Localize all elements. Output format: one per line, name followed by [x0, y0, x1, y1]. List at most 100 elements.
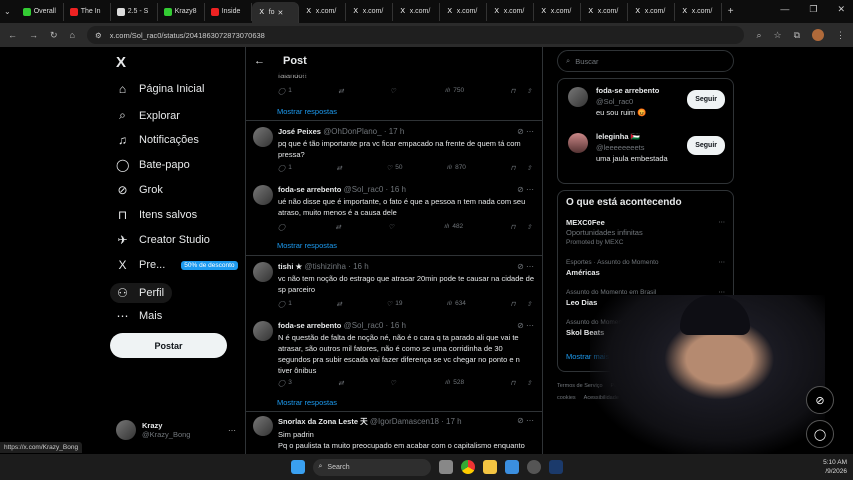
tweet-avatar[interactable] [253, 127, 273, 147]
tweet-handle[interactable]: @OhDonPlano_ [323, 127, 381, 136]
minimize-button[interactable]: — [780, 4, 789, 15]
trend-more-icon[interactable]: ⋯ [719, 218, 726, 228]
sidebar-item-9[interactable]: ⋯ Mais [116, 309, 163, 323]
url-input[interactable]: ⚙ x.com/Sol_rac0/status/20418630728730706… [86, 26, 745, 44]
browser-tab[interactable]: Xx.com/ [440, 2, 487, 21]
browser-tab[interactable]: Xfo ✕ [251, 2, 299, 23]
bookmark-star-icon[interactable]: ☆ [773, 30, 781, 41]
show-replies-link[interactable]: Mostrar respostas [277, 398, 337, 407]
browser-tab[interactable]: Xx.com/ [534, 2, 581, 21]
tweet-handle[interactable]: @IgorDamascen18 [370, 417, 439, 426]
like-button[interactable]: ♡ [390, 379, 399, 387]
browser-tab[interactable]: Xx.com/ [581, 2, 628, 21]
tweet[interactable]: foda-se arrebento @Sol_rac0 · 16 h ⊘ ⋯ N é… [246, 321, 542, 376]
views-button[interactable]: ılı 750 [445, 87, 464, 95]
share-icon[interactable]: ⇧ [527, 300, 532, 308]
browser-tab[interactable]: 2.5 - S [111, 2, 158, 21]
tweet-author[interactable]: foda-se arrebento [278, 185, 341, 194]
back-icon[interactable]: ← [8, 30, 17, 40]
show-replies-link[interactable]: Mostrar respostas [277, 107, 337, 116]
file-explorer-icon[interactable] [482, 460, 497, 474]
obs-icon[interactable] [526, 460, 541, 474]
profile-avatar[interactable] [812, 29, 824, 41]
photos-icon[interactable] [504, 460, 519, 474]
retweet-button[interactable]: ⇄ [336, 300, 341, 308]
views-button[interactable]: ılı 528 [445, 379, 464, 387]
bookmark-icon[interactable]: ⊓ [510, 223, 515, 231]
new-tab-button[interactable]: + [728, 6, 734, 17]
show-replies-link[interactable]: Mostrar respostas [277, 241, 337, 250]
like-button[interactable]: ♡ [388, 223, 397, 231]
sidebar-item-6[interactable]: ✈ Creator Studio [116, 233, 209, 247]
sidebar-item-8[interactable]: ⚇ Perfil [110, 283, 173, 303]
sidebar-item-1[interactable]: ⌕ Explorar [116, 108, 180, 123]
grok-more-icons[interactable]: ⊘ ⋯ [517, 416, 534, 425]
trend-item[interactable]: Esportes · Assunto do Momento Américas ⋯ [566, 258, 725, 278]
views-button[interactable]: ılı 482 [444, 223, 463, 231]
zoom-icon[interactable]: ⌕ [756, 30, 761, 41]
reply-button[interactable]: ◯ 1 [278, 87, 292, 95]
sidebar-item-3[interactable]: ◯ Bate-papo [116, 158, 190, 172]
browser-tab[interactable]: Xx.com/ [299, 2, 346, 21]
trend-more-icon[interactable]: ⋯ [719, 258, 726, 268]
views-button[interactable]: ılı 870 [447, 164, 466, 172]
x-logo[interactable]: X [116, 54, 126, 71]
bookmark-icon[interactable]: ⊓ [510, 379, 515, 387]
grok-more-icons[interactable]: ⊘ ⋯ [517, 127, 534, 136]
views-button[interactable]: ılı 634 [447, 300, 466, 308]
follow-suggestion[interactable]: foda-se arrebento @Sol_rac0 eu sou ruim 😡 S… [566, 85, 725, 131]
extensions-icon[interactable]: ⧉ [794, 30, 800, 41]
sidebar-item-4[interactable]: ⊘ Grok [116, 183, 162, 197]
tweet-avatar[interactable] [253, 321, 273, 341]
post-button[interactable]: Postar [110, 333, 227, 358]
follow-suggestion[interactable]: leleginha 🇵🇸 @leeeeeeeets uma jaula embest… [566, 131, 725, 177]
bookmark-icon[interactable]: ⊓ [510, 300, 515, 308]
browser-tab[interactable]: Xx.com/ [393, 2, 440, 21]
grok-more-icons[interactable]: ⊘ ⋯ [517, 262, 534, 271]
sidebar-item-5[interactable]: ⊓ Itens salvos [116, 208, 197, 222]
tweet[interactable]: José Peixes @OhDonPlano_ · 17 h ⊘ ⋯ pq que… [246, 127, 542, 160]
tab-search-button[interactable]: ⌄ [4, 7, 11, 16]
site-info-icon[interactable]: ⚙ [95, 31, 102, 40]
tab-close-icon[interactable]: ✕ [278, 9, 284, 17]
messages-fab-button[interactable]: ◯ [806, 420, 834, 448]
trend-item[interactable]: MEXC0Fee Oportunidades infinitas Promoted … [566, 218, 725, 248]
home-icon[interactable]: ⌂ [70, 30, 75, 40]
tweet-author[interactable]: tishi ★ [278, 262, 302, 271]
browser-tab[interactable]: Xx.com/ [346, 2, 393, 21]
tweet-author[interactable]: Snorlax da Zona Leste 天 [278, 417, 368, 426]
browser-tab[interactable]: Overall [17, 2, 64, 21]
like-button[interactable]: ♡ 19 [386, 300, 402, 308]
tweet[interactable]: tishi ★ @tishizinha · 16 h ⊘ ⋯ vc não tem … [246, 262, 542, 295]
bookmark-icon[interactable]: ⊓ [510, 87, 515, 95]
grok-fab-button[interactable]: ⊘ [806, 386, 834, 414]
back-arrow-icon[interactable]: ← [254, 55, 265, 67]
reply-button[interactable]: ◯ [278, 223, 288, 231]
premium-discount-badge[interactable]: 50% de desconto [181, 260, 238, 270]
browser-tab[interactable]: Inside [205, 2, 252, 21]
reply-button[interactable]: ◯ 3 [278, 379, 292, 387]
share-icon[interactable]: ⇧ [527, 164, 532, 172]
follow-button[interactable]: Seguir [687, 136, 725, 155]
like-button[interactable]: ♡ [390, 87, 399, 95]
browser-tab[interactable]: Krazy8 [158, 2, 205, 21]
sidebar-item-7[interactable]: X Pre... 50% de desconto [116, 258, 238, 272]
browser-tab[interactable]: Xx.com/ [628, 2, 675, 21]
like-button[interactable]: ♡ 50 [386, 164, 402, 172]
tweet-handle[interactable]: @Sol_rac0 [344, 185, 384, 194]
retweet-button[interactable]: ⇄ [336, 223, 341, 231]
account-switcher[interactable]: Krazy @Krazy_Bong ⋯ [116, 420, 236, 440]
reload-icon[interactable]: ↻ [50, 30, 58, 41]
share-icon[interactable]: ⇧ [527, 379, 532, 387]
retweet-button[interactable]: ⇄ [338, 87, 343, 95]
chrome-icon[interactable] [460, 460, 475, 474]
browser-tab[interactable]: Xx.com/ [675, 2, 722, 21]
search-input[interactable]: ⌕ Buscar [557, 50, 734, 72]
retweet-button[interactable]: ⇄ [338, 379, 343, 387]
taskbar-search[interactable]: ⌕ Search [312, 458, 431, 476]
tweet-avatar[interactable] [253, 416, 273, 436]
browser-tab[interactable]: Xx.com/ [487, 2, 534, 21]
grok-more-icons[interactable]: ⊘ ⋯ [517, 185, 534, 194]
forward-icon[interactable]: → [29, 30, 38, 40]
windows-start-icon[interactable] [290, 460, 305, 474]
